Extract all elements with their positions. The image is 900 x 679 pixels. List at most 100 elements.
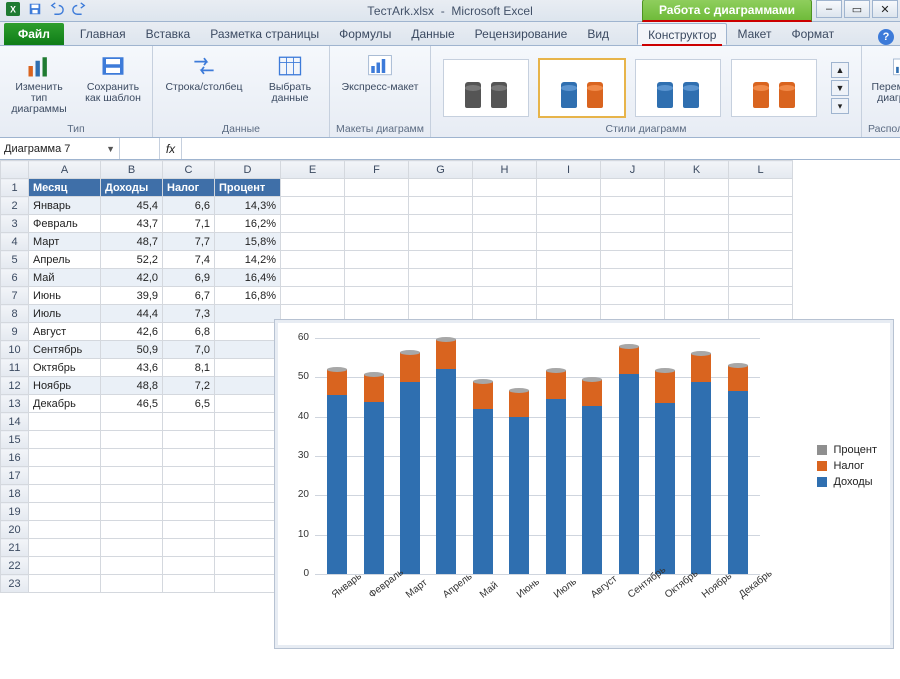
chart-style-thumb[interactable] (443, 59, 529, 117)
row-header[interactable]: 18 (1, 485, 29, 503)
cell[interactable] (215, 323, 281, 341)
gallery-more-icon[interactable]: ▾ (831, 98, 849, 114)
cell[interactable] (215, 431, 281, 449)
cell[interactable]: 48,8 (101, 377, 163, 395)
cell[interactable] (665, 269, 729, 287)
column-header[interactable]: I (537, 161, 601, 179)
chart-legend[interactable]: Процент Налог Доходы (817, 440, 877, 492)
column-header[interactable]: H (473, 161, 537, 179)
cell[interactable] (29, 413, 101, 431)
tab-page-layout[interactable]: Разметка страницы (200, 23, 329, 45)
chart-plot-area[interactable]: 0102030405060 (315, 338, 760, 574)
cell[interactable] (473, 179, 537, 197)
cell[interactable] (215, 575, 281, 593)
column-header[interactable]: J (601, 161, 665, 179)
cell[interactable] (409, 269, 473, 287)
cell[interactable] (215, 377, 281, 395)
row-header[interactable]: 9 (1, 323, 29, 341)
cell[interactable] (163, 575, 215, 593)
cell[interactable] (665, 215, 729, 233)
cell[interactable] (281, 197, 345, 215)
change-chart-type-button[interactable]: Изменить тип диаграммы (6, 48, 72, 115)
cell[interactable] (215, 467, 281, 485)
cell[interactable] (281, 287, 345, 305)
cell[interactable] (345, 215, 409, 233)
column-header[interactable]: F (345, 161, 409, 179)
chart-bar[interactable] (691, 351, 711, 574)
column-header[interactable]: K (665, 161, 729, 179)
cell[interactable] (345, 197, 409, 215)
cell[interactable] (29, 431, 101, 449)
select-all-button[interactable] (1, 161, 29, 179)
cell[interactable] (665, 197, 729, 215)
cell[interactable] (215, 395, 281, 413)
row-header[interactable]: 15 (1, 431, 29, 449)
move-chart-button[interactable]: Переместить диаграмму (871, 48, 900, 104)
name-box[interactable]: Диаграмма 7▼ (0, 138, 120, 159)
cell[interactable] (101, 467, 163, 485)
cell[interactable] (215, 413, 281, 431)
redo-icon[interactable] (72, 2, 86, 19)
cell[interactable]: 16,8% (215, 287, 281, 305)
contextual-tab-chart-tools[interactable]: Работа с диаграммами (642, 0, 812, 22)
tab-chart-format[interactable]: Формат (781, 23, 844, 45)
cell[interactable] (215, 557, 281, 575)
minimize-button[interactable]: – (816, 0, 842, 18)
cell[interactable] (215, 449, 281, 467)
chart-bar[interactable] (436, 337, 456, 574)
cell[interactable] (29, 521, 101, 539)
cell[interactable]: Сентябрь (29, 341, 101, 359)
row-header[interactable]: 22 (1, 557, 29, 575)
cell[interactable]: 15,8% (215, 233, 281, 251)
cell[interactable] (281, 251, 345, 269)
cell[interactable] (215, 305, 281, 323)
cell[interactable] (601, 251, 665, 269)
cell[interactable] (473, 197, 537, 215)
tab-data[interactable]: Данные (401, 23, 464, 45)
cell[interactable] (409, 197, 473, 215)
cell[interactable]: 45,4 (101, 197, 163, 215)
select-data-button[interactable]: Выбрать данные (257, 48, 323, 104)
cell[interactable]: 44,4 (101, 305, 163, 323)
chart-style-thumb[interactable] (731, 59, 817, 117)
cell[interactable] (729, 215, 793, 233)
cell[interactable] (163, 431, 215, 449)
cell[interactable]: 42,6 (101, 323, 163, 341)
cell[interactable]: Доходы (101, 179, 163, 197)
row-header[interactable]: 1 (1, 179, 29, 197)
undo-icon[interactable] (50, 2, 64, 19)
legend-item[interactable]: Доходы (817, 476, 877, 488)
gallery-down-icon[interactable]: ▼ (831, 80, 849, 96)
cell[interactable] (601, 287, 665, 305)
cell[interactable] (601, 233, 665, 251)
cell[interactable] (163, 449, 215, 467)
cell[interactable]: 48,7 (101, 233, 163, 251)
cell[interactable] (215, 341, 281, 359)
tab-home[interactable]: Главная (70, 23, 136, 45)
row-header[interactable]: 11 (1, 359, 29, 377)
cell[interactable] (163, 413, 215, 431)
cell[interactable] (215, 521, 281, 539)
cell[interactable] (101, 485, 163, 503)
cell[interactable] (163, 521, 215, 539)
cell[interactable]: Май (29, 269, 101, 287)
cell[interactable] (665, 179, 729, 197)
cell[interactable] (215, 359, 281, 377)
cell[interactable] (163, 485, 215, 503)
row-header[interactable]: 20 (1, 521, 29, 539)
cell[interactable]: 6,7 (163, 287, 215, 305)
column-header[interactable]: B (101, 161, 163, 179)
cell[interactable] (29, 503, 101, 521)
legend-item[interactable]: Налог (817, 460, 877, 472)
cell[interactable] (473, 287, 537, 305)
tab-file[interactable]: Файл (4, 23, 64, 45)
tab-formulas[interactable]: Формулы (329, 23, 401, 45)
cell[interactable]: 43,6 (101, 359, 163, 377)
cell[interactable] (473, 251, 537, 269)
cell[interactable]: 39,9 (101, 287, 163, 305)
row-header[interactable]: 4 (1, 233, 29, 251)
cell[interactable] (409, 215, 473, 233)
cell[interactable] (29, 539, 101, 557)
gallery-up-icon[interactable]: ▲ (831, 62, 849, 78)
cell[interactable]: 6,8 (163, 323, 215, 341)
